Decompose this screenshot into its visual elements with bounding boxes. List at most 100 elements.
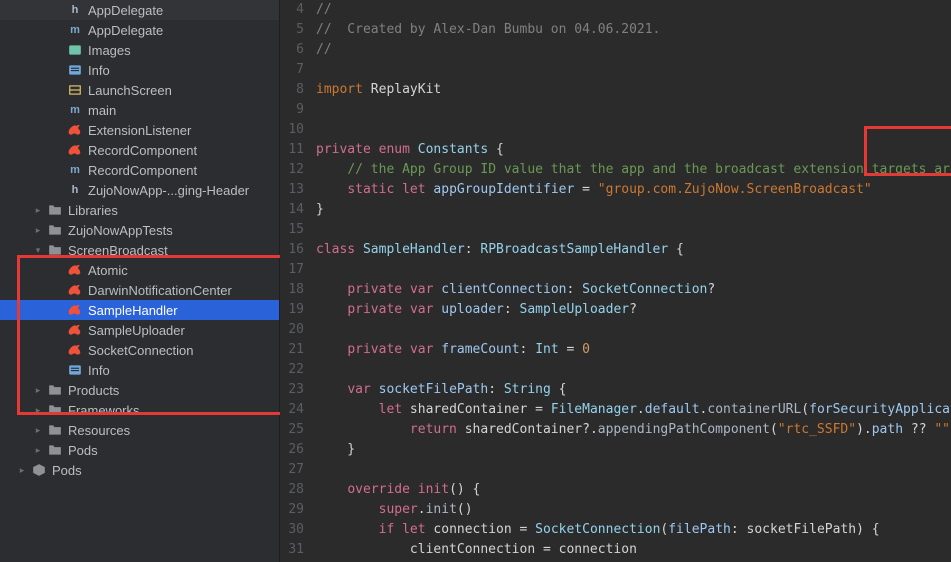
tree-item-launchscreen[interactable]: LaunchScreen bbox=[0, 80, 279, 100]
tree-item-info[interactable]: Info bbox=[0, 60, 279, 80]
chevron-icon[interactable] bbox=[16, 465, 28, 476]
line-content[interactable]: let sharedContainer = FileManager.defaul… bbox=[316, 400, 951, 420]
code-line[interactable]: 11private enum Constants { bbox=[280, 140, 951, 160]
code-line[interactable]: 22 bbox=[280, 360, 951, 380]
line-content[interactable]: return sharedContainer?.appendingPathCom… bbox=[316, 420, 951, 440]
tree-item-frameworks[interactable]: Frameworks bbox=[0, 400, 279, 420]
code-line[interactable]: 18 private var clientConnection: SocketC… bbox=[280, 280, 951, 300]
tree-item-recordcomponent[interactable]: mRecordComponent bbox=[0, 160, 279, 180]
tree-item-label: RecordComponent bbox=[88, 143, 197, 158]
tree-item-socketconnection[interactable]: SocketConnection bbox=[0, 340, 279, 360]
line-content[interactable] bbox=[316, 260, 951, 280]
line-content[interactable]: clientConnection = connection bbox=[316, 540, 951, 560]
tree-item-screenbroadcast[interactable]: ScreenBroadcast bbox=[0, 240, 279, 260]
line-content[interactable] bbox=[316, 120, 951, 140]
line-content[interactable]: import ReplayKit bbox=[316, 80, 951, 100]
tree-item-info[interactable]: Info bbox=[0, 360, 279, 380]
line-content[interactable]: } bbox=[316, 200, 951, 220]
tree-item-sampleuploader[interactable]: SampleUploader bbox=[0, 320, 279, 340]
chevron-icon[interactable] bbox=[32, 225, 44, 236]
line-content[interactable] bbox=[316, 360, 951, 380]
code-line[interactable]: 10 bbox=[280, 120, 951, 140]
line-content[interactable] bbox=[316, 320, 951, 340]
code-line[interactable]: 24 let sharedContainer = FileManager.def… bbox=[280, 400, 951, 420]
chevron-icon[interactable] bbox=[32, 445, 44, 456]
line-content[interactable]: // the App Group ID value that the app a… bbox=[316, 160, 951, 180]
swift-icon bbox=[66, 123, 84, 137]
code-line[interactable]: 9 bbox=[280, 100, 951, 120]
tree-item-zujonowapp-ging-header[interactable]: hZujoNowApp-...ging-Header bbox=[0, 180, 279, 200]
tree-item-pods[interactable]: Pods bbox=[0, 460, 279, 480]
line-content[interactable]: } bbox=[316, 440, 951, 460]
code-line[interactable]: 23 var socketFilePath: String { bbox=[280, 380, 951, 400]
code-line[interactable]: 26 } bbox=[280, 440, 951, 460]
code-line[interactable]: 31 clientConnection = connection bbox=[280, 540, 951, 560]
tree-item-appdelegate[interactable]: hAppDelegate bbox=[0, 0, 279, 20]
code-line[interactable]: 5// Created by Alex-Dan Bumbu on 04.06.2… bbox=[280, 20, 951, 40]
line-content[interactable]: if let connection = SocketConnection(fil… bbox=[316, 520, 951, 540]
code-line[interactable]: 28 override init() { bbox=[280, 480, 951, 500]
code-editor[interactable]: 4//5// Created by Alex-Dan Bumbu on 04.0… bbox=[280, 0, 951, 562]
line-content[interactable]: override init() { bbox=[316, 480, 951, 500]
code-line[interactable]: 25 return sharedContainer?.appendingPath… bbox=[280, 420, 951, 440]
tree-item-images[interactable]: Images bbox=[0, 40, 279, 60]
line-content[interactable]: // bbox=[316, 40, 951, 60]
line-content[interactable] bbox=[316, 220, 951, 240]
tree-item-main[interactable]: mmain bbox=[0, 100, 279, 120]
tree-item-zujonowapptests[interactable]: ZujoNowAppTests bbox=[0, 220, 279, 240]
tree-item-products[interactable]: Products bbox=[0, 380, 279, 400]
chevron-icon[interactable] bbox=[32, 405, 44, 416]
code-line[interactable]: 27 bbox=[280, 460, 951, 480]
tree-item-label: SampleHandler bbox=[88, 303, 178, 318]
code-line[interactable]: 19 private var uploader: SampleUploader? bbox=[280, 300, 951, 320]
line-content[interactable]: private var uploader: SampleUploader? bbox=[316, 300, 951, 320]
line-number: 27 bbox=[280, 460, 316, 480]
tree-item-label: Info bbox=[88, 63, 110, 78]
line-content[interactable]: var socketFilePath: String { bbox=[316, 380, 951, 400]
line-content[interactable]: private enum Constants { bbox=[316, 140, 951, 160]
code-line[interactable]: 20 bbox=[280, 320, 951, 340]
code-line[interactable]: 4// bbox=[280, 0, 951, 20]
tree-item-pods[interactable]: Pods bbox=[0, 440, 279, 460]
chevron-icon[interactable] bbox=[32, 425, 44, 436]
code-line[interactable]: 14} bbox=[280, 200, 951, 220]
line-number: 18 bbox=[280, 280, 316, 300]
line-content[interactable] bbox=[316, 100, 951, 120]
tree-item-appdelegate[interactable]: mAppDelegate bbox=[0, 20, 279, 40]
line-content[interactable] bbox=[316, 460, 951, 480]
tree-item-libraries[interactable]: Libraries bbox=[0, 200, 279, 220]
code-line[interactable]: 21 private var frameCount: Int = 0 bbox=[280, 340, 951, 360]
code-line[interactable]: 29 super.init() bbox=[280, 500, 951, 520]
code-line[interactable]: 12 // the App Group ID value that the ap… bbox=[280, 160, 951, 180]
line-content[interactable]: static let appGroupIdentifier = "group.c… bbox=[316, 180, 951, 200]
chevron-icon[interactable] bbox=[32, 385, 44, 396]
code-line[interactable]: 6// bbox=[280, 40, 951, 60]
m-icon: m bbox=[66, 164, 84, 176]
tree-item-extensionlistener[interactable]: ExtensionListener bbox=[0, 120, 279, 140]
line-content[interactable]: class SampleHandler: RPBroadcastSampleHa… bbox=[316, 240, 951, 260]
code-line[interactable]: 13 static let appGroupIdentifier = "grou… bbox=[280, 180, 951, 200]
tree-item-atomic[interactable]: Atomic bbox=[0, 260, 279, 280]
line-content[interactable]: super.init() bbox=[316, 500, 951, 520]
line-content[interactable] bbox=[316, 60, 951, 80]
tree-item-recordcomponent[interactable]: RecordComponent bbox=[0, 140, 279, 160]
code-line[interactable]: 7 bbox=[280, 60, 951, 80]
tree-item-label: SocketConnection bbox=[88, 343, 194, 358]
line-content[interactable]: // Created by Alex-Dan Bumbu on 04.06.20… bbox=[316, 20, 951, 40]
code-line[interactable]: 15 bbox=[280, 220, 951, 240]
line-content[interactable]: private var clientConnection: SocketConn… bbox=[316, 280, 951, 300]
line-number: 12 bbox=[280, 160, 316, 180]
code-line[interactable]: 30 if let connection = SocketConnection(… bbox=[280, 520, 951, 540]
project-navigator[interactable]: hAppDelegatemAppDelegateImages Info Launch… bbox=[0, 0, 280, 562]
chevron-icon[interactable] bbox=[32, 205, 44, 216]
code-line[interactable]: 17 bbox=[280, 260, 951, 280]
line-number: 8 bbox=[280, 80, 316, 100]
tree-item-samplehandler[interactable]: SampleHandler bbox=[0, 300, 279, 320]
code-line[interactable]: 16class SampleHandler: RPBroadcastSample… bbox=[280, 240, 951, 260]
line-content[interactable]: // bbox=[316, 0, 951, 20]
chevron-icon[interactable] bbox=[32, 245, 44, 256]
tree-item-resources[interactable]: Resources bbox=[0, 420, 279, 440]
code-line[interactable]: 8import ReplayKit bbox=[280, 80, 951, 100]
tree-item-darwinnotificationcenter[interactable]: DarwinNotificationCenter bbox=[0, 280, 279, 300]
line-content[interactable]: private var frameCount: Int = 0 bbox=[316, 340, 951, 360]
